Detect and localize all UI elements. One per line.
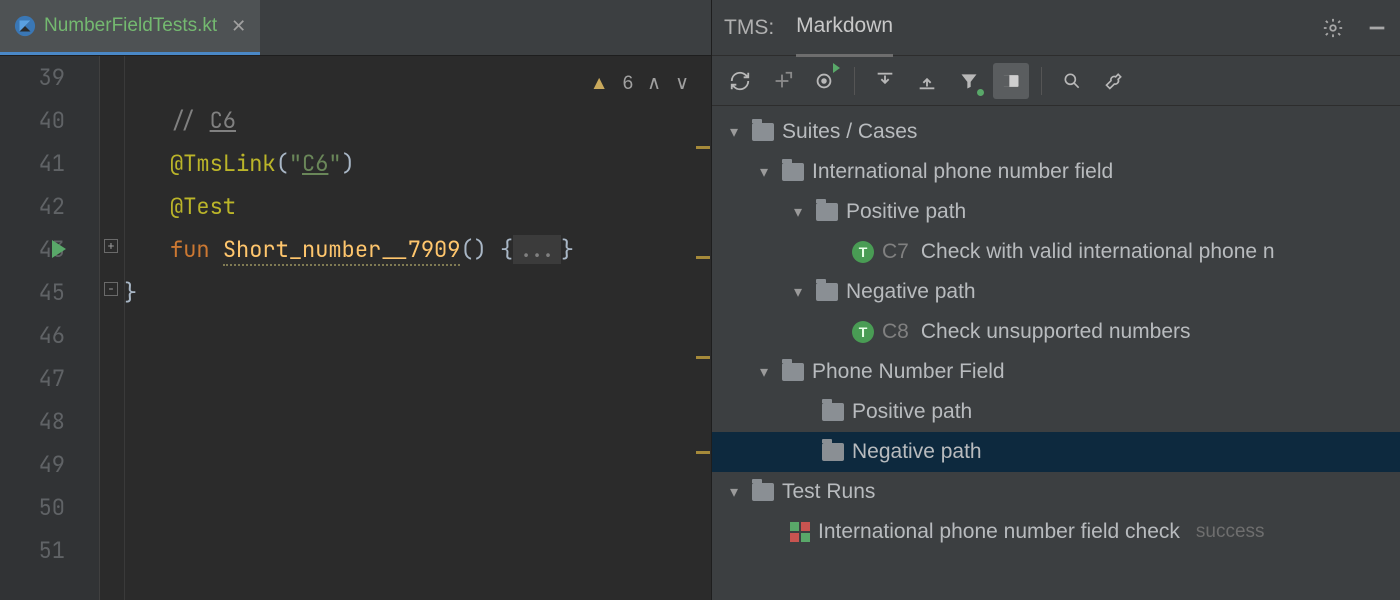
chevron-down-icon[interactable]: ▾: [788, 282, 808, 302]
tms-panel: TMS: Markdown: [712, 0, 1400, 600]
wrench-icon[interactable]: [1096, 63, 1132, 99]
tree-section[interactable]: ▾ Positive path: [712, 192, 1400, 232]
tree-root-runs[interactable]: ▾ Test Runs: [712, 472, 1400, 512]
testcase-badge-icon: T: [852, 321, 874, 343]
tree-section-selected[interactable]: Negative path: [712, 432, 1400, 472]
collapse-all-icon[interactable]: [909, 63, 945, 99]
tree-run[interactable]: International phone number field check s…: [712, 512, 1400, 552]
tms-header-tab[interactable]: Markdown: [796, 14, 893, 57]
editor-pane: NumberFieldTests.kt ✕ 39 40 41 42 43 45 …: [0, 0, 712, 600]
gutter-line: 41: [0, 142, 65, 185]
fold-end-icon[interactable]: -: [104, 282, 118, 296]
tree-root-suites[interactable]: ▾ Suites / Cases: [712, 112, 1400, 152]
tms-tree: ▾ Suites / Cases ▾ International phone n…: [712, 106, 1400, 600]
tree-suite[interactable]: ▾ Phone Number Field: [712, 352, 1400, 392]
tree-section[interactable]: ▾ Negative path: [712, 272, 1400, 312]
add-icon[interactable]: [764, 63, 800, 99]
testcase-badge-icon: T: [852, 241, 874, 263]
folder-icon: [816, 203, 838, 221]
search-icon[interactable]: [1054, 63, 1090, 99]
folder-icon: [816, 283, 838, 301]
gutter-line: 46: [0, 314, 65, 357]
gutter-line: 47: [0, 357, 65, 400]
close-icon[interactable]: ✕: [231, 16, 246, 37]
run-status: success: [1196, 521, 1265, 543]
minimize-icon[interactable]: [1366, 17, 1388, 39]
warning-icon: ▲: [590, 62, 609, 105]
chevron-down-icon[interactable]: ▾: [754, 362, 774, 382]
gutter-line: 40: [0, 99, 65, 142]
folder-icon: [752, 483, 774, 501]
filter-icon[interactable]: [951, 63, 987, 99]
chevron-down-icon[interactable]: ▾: [724, 122, 744, 142]
gutter-line: 49: [0, 443, 65, 486]
warning-count: 6: [623, 62, 634, 105]
tree-case[interactable]: ▾ T C7 Check with valid international ph…: [712, 232, 1400, 272]
layout-toggle-icon[interactable]: [993, 63, 1029, 99]
run-test-icon[interactable]: [52, 240, 66, 258]
tree-suite[interactable]: ▾ International phone number field: [712, 152, 1400, 192]
gutter-line: 48: [0, 400, 65, 443]
editor-gutter: 39 40 41 42 43 45 46 47 48 49 50 51: [0, 56, 100, 600]
chevron-down-icon[interactable]: ▾: [754, 162, 774, 182]
fold-column: + -: [100, 56, 124, 600]
fold-toggle-icon[interactable]: +: [104, 239, 118, 253]
next-highlight-icon[interactable]: ∨: [675, 62, 689, 105]
gear-icon[interactable]: [1322, 17, 1344, 39]
refresh-icon[interactable]: [722, 63, 758, 99]
test-run-icon: [790, 522, 810, 542]
coverage-icon[interactable]: [806, 63, 842, 99]
tms-toolbar: [712, 56, 1400, 106]
folder-icon: [752, 123, 774, 141]
prev-highlight-icon[interactable]: ∧: [647, 62, 661, 105]
tree-case[interactable]: ▾ T C8 Check unsupported numbers: [712, 312, 1400, 352]
gutter-line: 39: [0, 56, 65, 99]
folder-icon: [822, 403, 844, 421]
folder-icon: [822, 443, 844, 461]
gutter-line: 45: [0, 271, 65, 314]
editor-body[interactable]: 39 40 41 42 43 45 46 47 48 49 50 51 + -: [0, 56, 711, 600]
folder-icon: [782, 163, 804, 181]
folder-icon: [782, 363, 804, 381]
tms-header: TMS: Markdown: [712, 0, 1400, 56]
editor-tab[interactable]: NumberFieldTests.kt ✕: [0, 0, 260, 55]
expand-all-icon[interactable]: [867, 63, 903, 99]
chevron-down-icon[interactable]: ▾: [788, 202, 808, 222]
gutter-line: 43: [0, 228, 65, 271]
gutter-line: 51: [0, 529, 65, 572]
inspection-widget[interactable]: ▲ 6 ∧ ∨: [590, 62, 689, 105]
kotlin-file-icon: [14, 15, 36, 37]
editor-error-stripe[interactable]: [693, 56, 711, 600]
chevron-down-icon[interactable]: ▾: [724, 482, 744, 502]
code-area[interactable]: ▲ 6 ∧ ∨ // C6 @TmsLink("C6") @Test fun S…: [124, 56, 711, 600]
tms-header-label: TMS:: [724, 16, 774, 40]
gutter-line: 50: [0, 486, 65, 529]
editor-tab-filename: NumberFieldTests.kt: [44, 15, 217, 37]
gutter-line: 42: [0, 185, 65, 228]
tree-section[interactable]: Positive path: [712, 392, 1400, 432]
editor-tab-bar: NumberFieldTests.kt ✕: [0, 0, 711, 56]
